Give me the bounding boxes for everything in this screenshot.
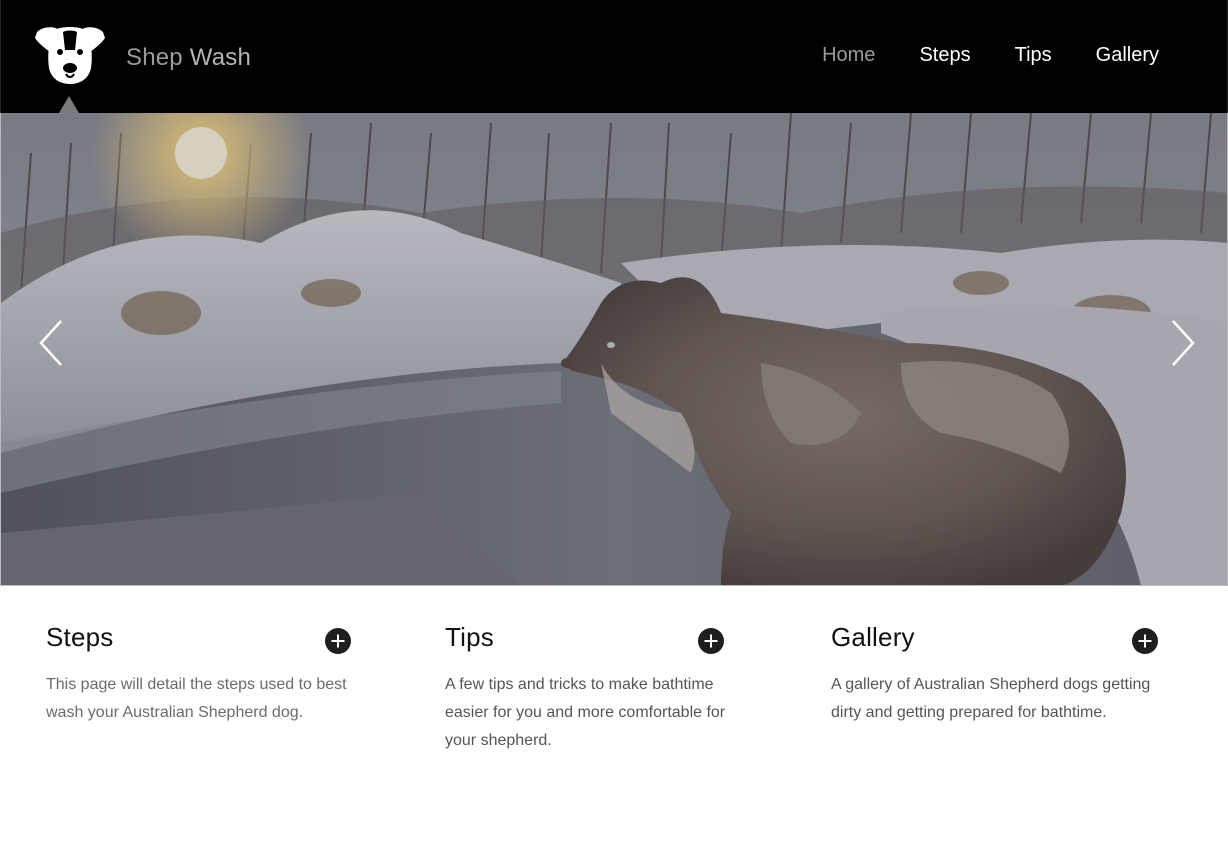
card-tips: Tips A few tips and tricks to make batht…	[445, 622, 745, 755]
nav-item-steps[interactable]: Steps	[919, 44, 970, 67]
card-description: A few tips and tricks to make bathtime e…	[445, 676, 726, 749]
nav-item-gallery[interactable]: Gallery	[1096, 44, 1159, 67]
card-title[interactable]: Gallery	[831, 622, 1171, 653]
card-description: A gallery of Australian Shepherd dogs ge…	[831, 676, 1151, 721]
hero-carousel	[0, 113, 1228, 586]
brand-name-part2: Wash	[189, 44, 251, 71]
nav-item-home[interactable]: Home	[822, 44, 875, 67]
plus-circle-icon[interactable]	[698, 628, 724, 654]
card-gallery: Gallery A gallery of Australian Shepherd…	[831, 622, 1171, 727]
nav-item-tips[interactable]: Tips	[1015, 44, 1052, 67]
site-header: Shep Wash Home Steps Tips Gallery	[0, 0, 1228, 113]
card-description: This page will detail the steps used to …	[46, 676, 347, 721]
dog-logo-icon[interactable]	[33, 24, 107, 86]
active-indicator	[59, 96, 79, 113]
plus-circle-icon[interactable]	[325, 628, 351, 654]
plus-circle-icon[interactable]	[1132, 628, 1158, 654]
carousel-next-button[interactable]	[1167, 318, 1197, 368]
card-title[interactable]: Steps	[46, 622, 356, 653]
main-nav: Home Steps Tips Gallery	[778, 44, 1159, 67]
brand-name-part1: Shep	[126, 44, 183, 71]
hero-image	[1, 113, 1227, 585]
chevron-left-icon	[39, 320, 62, 366]
brand-name[interactable]: Shep Wash	[126, 44, 251, 72]
chevron-right-icon	[1172, 320, 1195, 366]
card-steps: Steps This page will detail the steps us…	[46, 622, 356, 727]
carousel-prev-button[interactable]	[37, 318, 67, 368]
